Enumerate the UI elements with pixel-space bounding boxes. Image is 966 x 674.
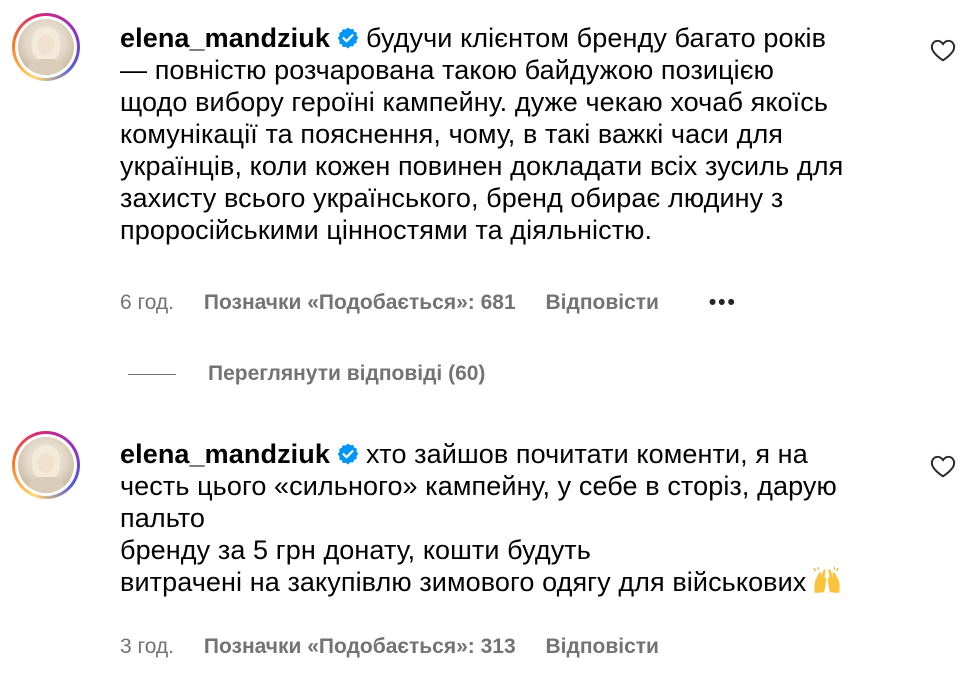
reply-button[interactable]: Відповісти (546, 635, 659, 659)
reply-button[interactable]: Відповісти (546, 291, 659, 315)
comment-text: elena_mandziuk хто зайшов почитати комент… (120, 438, 910, 598)
avatar[interactable] (12, 13, 80, 81)
verified-badge-icon (337, 443, 359, 465)
comment-line-5: витрачені на закупівлю зимового одягу дл… (120, 566, 910, 598)
comment-line-text: будучи клієнтом бренду багато років (365, 23, 827, 53)
like-heart-icon[interactable] (930, 38, 956, 62)
more-options-icon[interactable]: ••• (709, 291, 737, 315)
comment-line-7: проросійськими цінностями та діяльністю. (120, 215, 653, 245)
comment-time: 3 год. (120, 635, 175, 659)
avatar-photo (18, 437, 74, 493)
comment-text: elena_mandziuk будучи клієнтом бренду баг… (120, 22, 910, 246)
comment-meta: 6 год. Позначки «Подобається»: 681 Відпо… (120, 291, 737, 315)
comment-line-1: elena_mandziuk будучи клієнтом бренду баг… (120, 22, 910, 54)
comment-line-6: захисту всього українського, бренд обира… (120, 183, 784, 213)
username-link[interactable]: elena_mandziuk (120, 439, 330, 469)
likes-count-button[interactable]: Позначки «Подобається»: 681 (204, 291, 516, 315)
comment-meta: 3 год. Позначки «Подобається»: 313 Відпо… (120, 635, 659, 659)
like-heart-icon[interactable] (930, 454, 956, 478)
verified-badge-icon (337, 27, 359, 49)
avatar-ring-gap (15, 16, 77, 78)
avatar-photo (18, 19, 74, 75)
comment-line-text: хто зайшов почитати коменти, я на (365, 439, 808, 469)
comment-line-text: витрачені на закупівлю зимового одягу дл… (120, 567, 807, 597)
comment-line-1: elena_mandziuk хто зайшов почитати комент… (120, 438, 910, 470)
comment-line-2: честь цього «сильного» кампейну, у себе … (120, 471, 837, 501)
view-replies-label: Переглянути відповіді (60) (208, 362, 486, 385)
replies-divider (128, 373, 176, 375)
comment-line-4: комунікації та пояснення, чому, в такі в… (120, 119, 784, 149)
comment-line-2: — повністю розчарована такою байдужою по… (120, 55, 774, 85)
avatar[interactable] (12, 431, 80, 499)
comment-time: 6 год. (120, 291, 175, 315)
username-link[interactable]: elena_mandziuk (120, 23, 330, 53)
comment-line-3: щодо вибору героїні кампейну. дуже чекаю… (120, 87, 829, 117)
comment-line-5: українців, коли кожен повинен докладати … (120, 151, 844, 181)
avatar-ring-gap (15, 434, 77, 496)
raising-hands-emoji (813, 567, 841, 593)
comment-line-3: пальто (120, 503, 206, 533)
likes-count-button[interactable]: Позначки «Подобається»: 313 (204, 635, 516, 659)
comment-line-4: бренду за 5 грн донату, кошти будуть (120, 535, 591, 565)
view-replies-button[interactable]: Переглянути відповіді (60) (128, 362, 485, 386)
